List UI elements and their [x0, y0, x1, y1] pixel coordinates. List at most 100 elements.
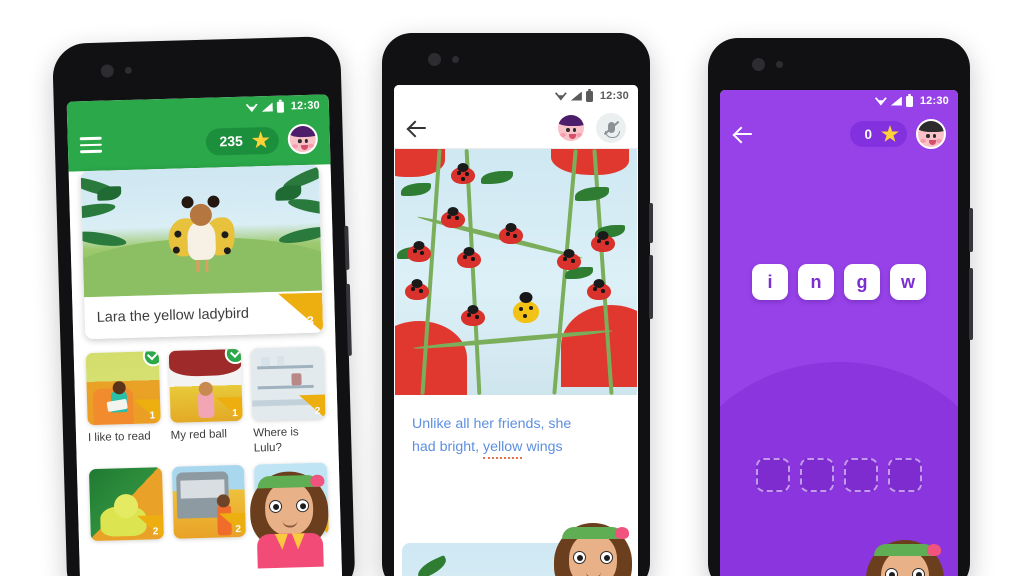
power-button[interactable] [969, 268, 973, 340]
answer-slot-2[interactable] [844, 458, 878, 492]
featured-level-badge: 3 [278, 293, 323, 334]
mascot-girl [554, 517, 632, 576]
book-level: 1 [149, 410, 156, 422]
book-card-0[interactable]: 1 I like to read [85, 351, 162, 461]
leaf [575, 187, 609, 201]
phone-camera-row [752, 58, 783, 71]
power-button[interactable] [649, 255, 653, 319]
stars-count: 235 [219, 132, 244, 150]
story-highlight-word[interactable]: yellow [483, 439, 523, 459]
story-line-1: Unlike all her friends, she [412, 416, 572, 432]
volume-button[interactable] [649, 203, 653, 243]
plant-stem [464, 149, 482, 395]
jar-shape [261, 357, 271, 367]
avatar-eye-right [572, 127, 576, 132]
user-avatar[interactable] [556, 112, 586, 143]
story-text: Unlike all her friends, she had bright, … [394, 395, 638, 469]
level-corner [216, 396, 243, 422]
ladybird [441, 211, 465, 228]
level-corner [133, 399, 161, 424]
avatar-cheek-right [576, 132, 582, 137]
camera-icon [428, 53, 441, 66]
avatar-eye-right [304, 138, 308, 144]
book-card-3[interactable]: 2 [88, 467, 164, 542]
leaf-decoration [80, 228, 128, 249]
avatar-eye-left [926, 134, 930, 138]
featured-book-caption: Lara the yellow ladybird 3 [84, 290, 324, 340]
letter-tile-3[interactable]: w [890, 264, 926, 300]
featured-book-card[interactable]: Lara the yellow ladybird 3 [80, 164, 324, 340]
avatar-cheek-left [560, 132, 566, 137]
avatar-cheek-right [936, 139, 942, 143]
signal-icon [890, 96, 902, 106]
answer-slot-3[interactable] [888, 458, 922, 492]
mascot-girl [249, 465, 330, 569]
book-thumbnail: 2 [171, 465, 247, 540]
leaf [401, 183, 431, 196]
wing-dot [223, 247, 231, 255]
answer-slot-0[interactable] [756, 458, 790, 492]
hamburger-menu-icon[interactable] [79, 136, 103, 154]
star-icon [881, 125, 899, 142]
book-level: 1 [232, 407, 238, 420]
phone-camera-row [100, 64, 132, 78]
jar-shape [277, 355, 285, 366]
dress [187, 221, 217, 261]
back-arrow-icon[interactable] [732, 123, 754, 145]
book-card-4[interactable]: 2 [171, 465, 247, 540]
leg-left [196, 259, 200, 273]
user-avatar[interactable] [287, 123, 319, 155]
jar-shape [291, 373, 303, 386]
ladybird [591, 235, 615, 252]
sensor-icon [776, 61, 783, 68]
reader-screen: 12:30 Unlike all her friends, she had br… [394, 85, 638, 576]
book-thumbnail: 1 [168, 348, 243, 423]
book-thumbnail: 1 [85, 351, 161, 426]
avatar-mouth [300, 144, 309, 151]
star-icon [252, 131, 270, 149]
shelf-shape [258, 384, 315, 390]
wifi-icon [246, 103, 258, 112]
book-thumbnail: 2 [250, 346, 326, 421]
screenshot-stage: 12:30 235 Lara the yellow ladybird 3 1 I… [0, 0, 1024, 576]
avatar-cheek-left [920, 139, 926, 143]
book-title: I like to read [87, 430, 151, 445]
mascot-girl [866, 534, 944, 576]
letter-tile-1[interactable]: n [798, 264, 834, 300]
ladybird [557, 253, 581, 270]
user-avatar[interactable] [916, 119, 946, 149]
book-level: 2 [235, 524, 242, 536]
answer-slot-1[interactable] [800, 458, 834, 492]
volume-button[interactable] [344, 225, 350, 270]
letter-tile-row: i n g w [720, 264, 958, 300]
answer-slot-row [720, 458, 958, 492]
back-arrow-icon[interactable] [406, 117, 428, 139]
phone-spelling-game: 12:30 0 i n g w [708, 38, 973, 576]
avatar-mouth [569, 133, 576, 139]
ladybird [451, 167, 475, 184]
ladybird [499, 227, 523, 244]
stars-badge[interactable]: 235 [205, 126, 280, 156]
avatar-cheek-right [307, 143, 315, 148]
avatar-eye-left [297, 139, 302, 144]
leaf [481, 171, 513, 184]
book-card-1[interactable]: 1 My red ball [168, 348, 244, 459]
featured-book-title: Lara the yellow ladybird [96, 305, 250, 326]
poppy-flower [561, 305, 637, 387]
stars-badge[interactable]: 0 [850, 121, 907, 147]
book-card-2[interactable]: 2 Where is Lulu? [250, 346, 327, 457]
avatar-mouth [929, 140, 936, 145]
power-button[interactable] [345, 283, 352, 356]
eye-right [600, 551, 613, 564]
reader-header: 12:30 [394, 85, 638, 149]
battery-icon [276, 101, 284, 113]
book-level: 2 [152, 526, 159, 538]
signal-icon [570, 91, 582, 101]
volume-button[interactable] [969, 208, 973, 252]
level-corner [136, 515, 164, 541]
microphone-muted-icon[interactable] [596, 112, 626, 143]
letter-tile-2[interactable]: g [844, 264, 880, 300]
completed-check-icon [142, 351, 161, 367]
ladybird [405, 283, 429, 300]
letter-tile-0[interactable]: i [752, 264, 788, 300]
